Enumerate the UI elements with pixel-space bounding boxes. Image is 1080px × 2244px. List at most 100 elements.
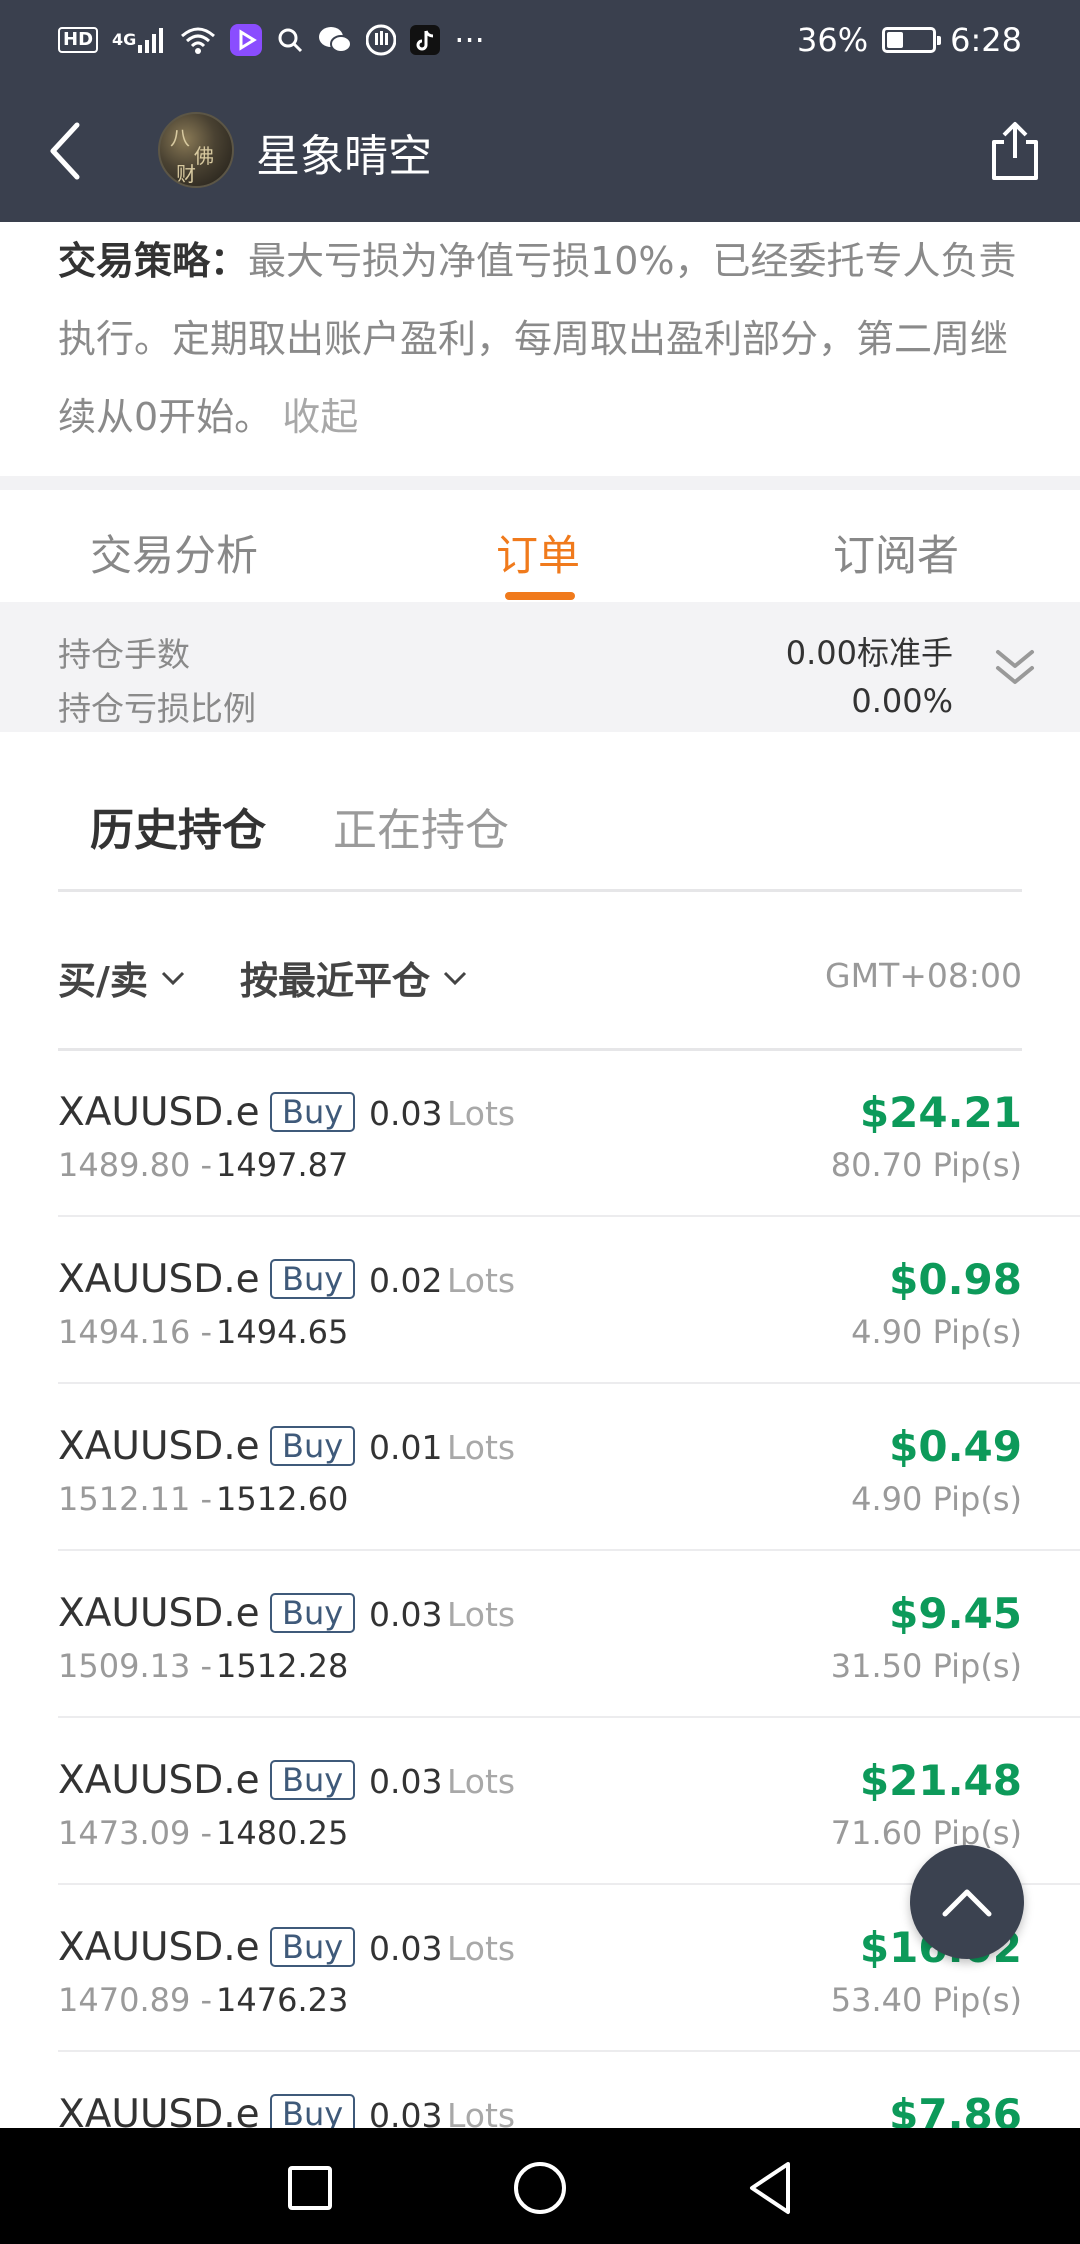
app-root: HD 4G ··· 36% 6:28 八 佛 财 星象晴空 交易策略：最大亏损为…	[0, 0, 1080, 2244]
order-close-price: 1480.25	[216, 1814, 349, 1852]
order-row[interactable]: XAUUSD.e Buy 0.01 Lots 1512.11 -1512.60 $0.49…	[0, 1384, 1080, 1551]
home-button[interactable]	[510, 2158, 570, 2218]
back-button[interactable]	[30, 116, 100, 186]
open-price-value: 1470.89	[58, 1981, 191, 2019]
order-lots: 0.03	[369, 1762, 443, 1801]
open-price-value: 1473.09	[58, 1814, 191, 1852]
order-side-badge: Buy	[270, 1927, 356, 1967]
order-symbol: XAUUSD.e	[58, 1591, 260, 1636]
order-profit: $24.21	[859, 1088, 1022, 1137]
order-lots-unit: Lots	[447, 1595, 516, 1634]
scroll-to-top-button[interactable]	[910, 1845, 1024, 1959]
open-price-value: 1509.13	[58, 1647, 191, 1685]
price-separator: -	[200, 1480, 213, 1518]
order-pips: 4.90 Pip(s)	[851, 1480, 1022, 1518]
price-separator: -	[200, 1647, 213, 1685]
order-open-price: 1489.80 -	[58, 1146, 212, 1184]
order-row[interactable]: XAUUSD.e Buy 0.03 Lots 1489.80 -1497.87 $24.2…	[0, 1050, 1080, 1217]
clock: 6:28	[950, 21, 1022, 59]
strategy-label: 交易策略：	[58, 239, 249, 283]
order-profit: $21.48	[859, 1756, 1022, 1805]
nav-bar: 八 佛 财 星象晴空	[0, 80, 1080, 222]
order-pips: 31.50 Pip(s)	[830, 1647, 1022, 1685]
battery-icon	[882, 27, 942, 53]
order-close-price: 1512.28	[216, 1647, 349, 1685]
active-tab-indicator	[505, 592, 575, 600]
order-lots: 0.01	[369, 1428, 443, 1467]
order-lots-unit: Lots	[447, 1428, 516, 1467]
tab-subscribers[interactable]: 订阅者	[833, 522, 959, 583]
order-open-price: 1470.89 -	[58, 1981, 212, 2019]
order-pips: 80.70 Pip(s)	[830, 1146, 1022, 1184]
order-side-badge: Buy	[270, 1092, 356, 1132]
share-icon	[992, 122, 1038, 180]
battery-percent: 36%	[797, 21, 869, 59]
order-row[interactable]: XAUUSD.e Buy 0.03 Lots 1473.09 -1480.25 $21.4…	[0, 1718, 1080, 1885]
lots-value: 0.00标准手	[785, 634, 953, 672]
order-lots-unit: Lots	[447, 1094, 516, 1133]
signal-icon: 4G	[112, 27, 166, 53]
chevron-down-icon	[443, 971, 467, 985]
hd-icon: HD	[58, 27, 99, 53]
more-notifications-icon: ···	[454, 21, 485, 59]
main-tabs: 交易分析 订单 订阅者	[0, 490, 1080, 602]
open-price-value: 1494.16	[58, 1313, 191, 1351]
tiktok-icon	[410, 25, 441, 55]
sort-filter[interactable]: 按最近平仓	[240, 950, 468, 1005]
lots-label: 持仓手数	[58, 635, 190, 674]
order-pips: 71.60 Pip(s)	[830, 1814, 1022, 1852]
hand-icon	[366, 24, 397, 56]
side-filter-label: 买/卖	[58, 959, 148, 1003]
subtab-open[interactable]: 正在持仓	[333, 794, 509, 858]
recents-button[interactable]	[280, 2158, 340, 2218]
order-side-badge: Buy	[270, 1426, 356, 1466]
order-symbol: XAUUSD.e	[58, 1758, 260, 1803]
back-arrow-icon	[50, 122, 80, 180]
search-icon	[276, 26, 304, 54]
circle-icon	[514, 2162, 566, 2214]
share-button[interactable]	[980, 116, 1050, 186]
order-pips: 4.90 Pip(s)	[851, 1313, 1022, 1351]
triangle-back-icon	[750, 2162, 790, 2214]
position-subtabs: 历史持仓 正在持仓	[0, 732, 1080, 892]
collapse-link[interactable]: 收起	[282, 395, 358, 439]
tab-trade-analysis[interactable]: 交易分析	[90, 522, 258, 583]
order-side-badge: Buy	[270, 1593, 356, 1633]
tab-orders[interactable]: 订单	[496, 522, 580, 583]
order-profit: $9.45	[889, 1589, 1022, 1638]
order-lots: 0.03	[369, 1929, 443, 1968]
order-close-price: 1512.60	[216, 1480, 349, 1518]
page-title: 星象晴空	[256, 131, 432, 182]
timezone-label: GMT+08:00	[825, 956, 1022, 995]
order-symbol: XAUUSD.e	[58, 1925, 260, 1970]
order-open-price: 1473.09 -	[58, 1814, 212, 1852]
order-profit: $0.98	[889, 1255, 1022, 1304]
order-close-price: 1476.23	[216, 1981, 349, 2019]
double-chevron-down-icon[interactable]	[990, 644, 1040, 694]
order-symbol: XAUUSD.e	[58, 1090, 260, 1135]
order-row[interactable]: XAUUSD.e Buy 0.03 Lots 1509.13 -1512.28 $9.45…	[0, 1551, 1080, 1718]
back-nav-button[interactable]	[740, 2158, 800, 2218]
strategy-description: 交易策略：最大亏损为净值亏损10%，已经委托专人负责执行。定期取出账户盈利，每周…	[58, 222, 1028, 456]
order-symbol: XAUUSD.e	[58, 1257, 260, 1302]
network-type-label: 4G	[112, 30, 137, 49]
open-price-value: 1512.11	[58, 1480, 191, 1518]
order-close-price: 1497.87	[216, 1146, 349, 1184]
order-row[interactable]: XAUUSD.e Buy 0.02 Lots 1494.16 -1494.65 $0.98…	[0, 1217, 1080, 1384]
sort-filter-label: 按最近平仓	[240, 959, 431, 1003]
square-icon	[288, 2166, 332, 2210]
section-divider	[0, 476, 1080, 490]
avatar[interactable]: 八 佛 财	[158, 112, 234, 188]
order-lots-unit: Lots	[447, 1762, 516, 1801]
price-separator: -	[200, 1981, 213, 2019]
orders-list: XAUUSD.e Buy 0.03 Lots 1489.80 -1497.87 $24.2…	[0, 1050, 1080, 2219]
order-open-price: 1512.11 -	[58, 1480, 212, 1518]
subtab-history[interactable]: 历史持仓	[90, 794, 266, 858]
side-filter[interactable]: 买/卖	[58, 950, 186, 1005]
chevron-down-icon	[161, 971, 184, 985]
status-icons-left: HD 4G ···	[58, 21, 485, 59]
price-separator: -	[200, 1814, 213, 1852]
order-lots: 0.03	[369, 1094, 443, 1133]
order-side-badge: Buy	[270, 1259, 356, 1299]
wifi-icon	[180, 26, 216, 54]
